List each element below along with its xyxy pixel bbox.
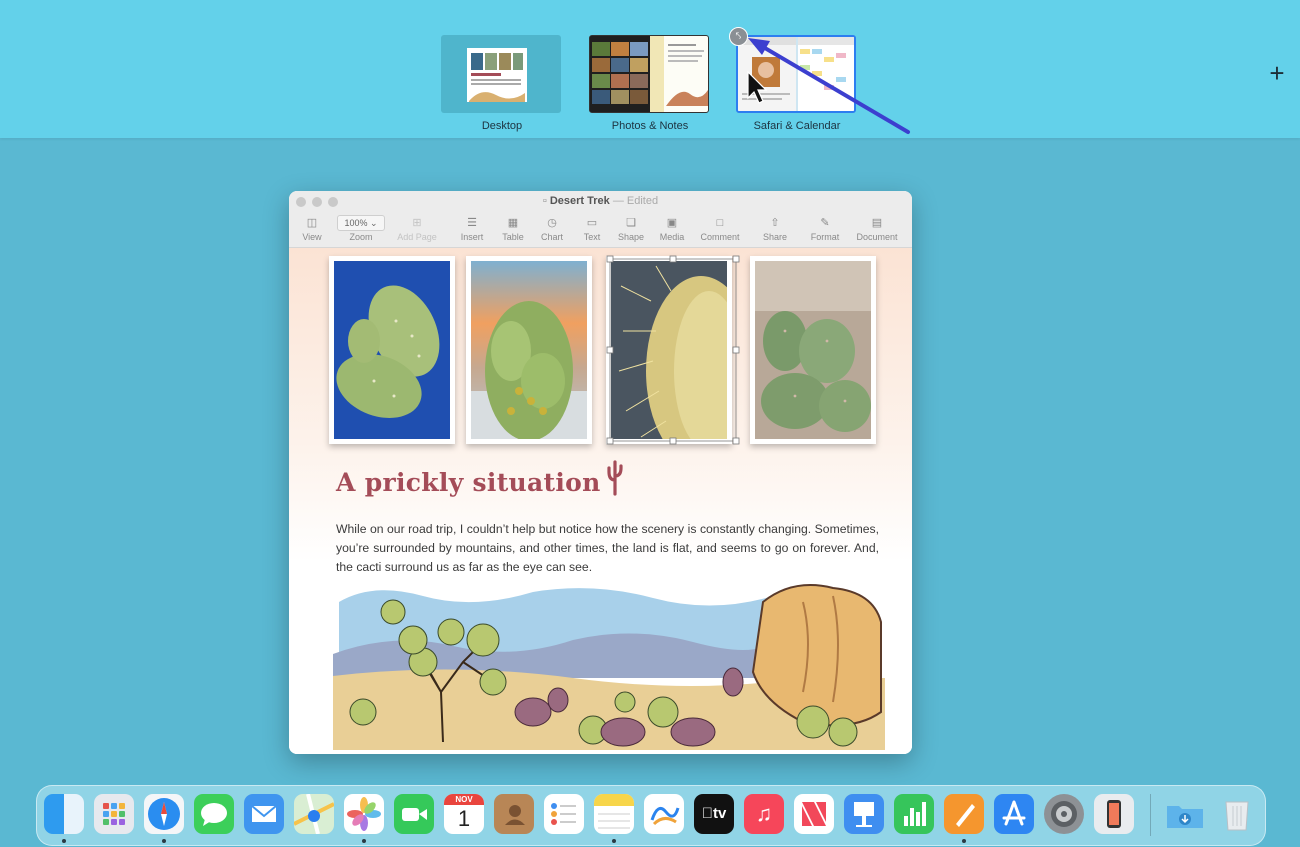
running-indicator <box>612 839 616 843</box>
document-title: Desert Trek <box>549 195 610 207</box>
paintbrush-icon: ✎ <box>820 217 830 229</box>
facetime-icon[interactable] <box>394 794 434 834</box>
desktop-thumbnail-image <box>467 48 527 102</box>
zoom-value: 100% <box>344 218 368 228</box>
prickly-pear-image <box>334 261 450 439</box>
pages-window: ▫ Desert Trek — Edited ◫ View 100% ⌄ Zoo… <box>289 191 912 754</box>
pages-icon[interactable] <box>944 794 984 834</box>
keynote-icon[interactable] <box>844 794 884 834</box>
spaces-bar: Desktop Photos & Notes Safari & Calendar… <box>0 0 1300 138</box>
document-canvas[interactable]: A prickly situation While on our road tr… <box>289 248 912 754</box>
document-button[interactable]: ▤ Document <box>849 215 905 242</box>
trash-icon[interactable] <box>1217 794 1257 834</box>
share-label: Share <box>762 232 788 242</box>
space-safari-calendar[interactable]: Safari & Calendar <box>736 35 858 132</box>
space-desktop-thumbnail[interactable] <box>441 35 561 113</box>
add-page-label: Add Page <box>397 232 437 242</box>
space-label: Safari & Calendar <box>753 120 841 132</box>
cactus-icon <box>607 460 623 496</box>
desert-illustration[interactable] <box>333 582 885 750</box>
add-space-button[interactable]: + <box>1262 58 1292 88</box>
tv-label: tv <box>707 805 726 822</box>
space-photos-notes-thumbnail[interactable] <box>589 35 709 113</box>
cactus-photo[interactable] <box>329 256 455 444</box>
running-indicator <box>362 839 366 843</box>
calendar-day: 1 <box>457 806 471 831</box>
running-indicator <box>162 839 166 843</box>
news-icon[interactable] <box>794 794 834 834</box>
document-icon: ▤ <box>871 217 883 229</box>
calendar-icon[interactable]: NOV 1 <box>444 794 484 834</box>
photos-icon[interactable] <box>344 794 384 834</box>
iphone-mirroring-icon[interactable] <box>1094 794 1134 834</box>
space-label: Desktop <box>481 120 523 132</box>
safari-calendar-thumbnail-image <box>738 37 854 111</box>
add-page-icon: ⊞ <box>412 217 422 229</box>
cactus-spines-image <box>611 261 727 439</box>
calendar-month: NOV <box>444 794 484 805</box>
dock: NOV 1 tv ♫ <box>36 785 1266 846</box>
downloads-folder-icon[interactable] <box>1165 794 1205 834</box>
maps-icon[interactable] <box>294 794 334 834</box>
cactus-photo-selected[interactable] <box>606 256 732 444</box>
zoom-control[interactable]: 100% ⌄ Zoom <box>333 215 389 242</box>
window-toolbar: ▫ Desert Trek — Edited ◫ View 100% ⌄ Zoo… <box>289 191 912 248</box>
comment-label: Comment <box>700 232 740 242</box>
document-icon: ▫ <box>542 195 550 207</box>
window-title: ▫ Desert Trek — Edited <box>289 195 912 207</box>
system-settings-icon[interactable] <box>1044 794 1084 834</box>
barrel-cactus-image <box>755 261 871 439</box>
cholla-image <box>471 261 587 439</box>
mail-icon[interactable] <box>244 794 284 834</box>
edited-status: Edited <box>626 195 659 207</box>
numbers-icon[interactable] <box>894 794 934 834</box>
tv-icon[interactable]: tv <box>694 794 734 834</box>
apple-logo-icon:  <box>702 805 713 822</box>
share-button[interactable]: ⇧ Share <box>747 215 803 242</box>
cactus-photo[interactable] <box>466 256 592 444</box>
messages-icon[interactable] <box>194 794 234 834</box>
launchpad-icon[interactable] <box>94 794 134 834</box>
contacts-icon[interactable] <box>494 794 534 834</box>
reminders-icon[interactable] <box>544 794 584 834</box>
running-indicator <box>962 839 966 843</box>
share-icon: ⇧ <box>770 217 780 229</box>
cactus-photo[interactable] <box>750 256 876 444</box>
space-safari-calendar-thumbnail[interactable] <box>736 35 856 113</box>
running-indicator <box>62 839 66 843</box>
space-photos-notes[interactable]: Photos & Notes <box>589 35 711 132</box>
chevron-down-icon: ⌄ <box>370 218 378 228</box>
title-separator: — <box>609 195 627 207</box>
photos-notes-thumbnail-image <box>590 36 708 112</box>
notes-icon[interactable] <box>594 794 634 834</box>
format-label: Format <box>810 232 840 242</box>
freeform-icon[interactable] <box>644 794 684 834</box>
space-desktop[interactable]: Desktop <box>441 35 563 132</box>
finder-icon[interactable] <box>44 794 84 834</box>
safari-icon[interactable] <box>144 794 184 834</box>
dock-separator <box>1150 794 1151 836</box>
body-paragraph[interactable]: While on our road trip, I couldn’t help … <box>336 520 879 577</box>
zoom-label: Zoom <box>349 232 373 242</box>
document-label: Document <box>856 232 898 242</box>
add-page-button[interactable]: ⊞ Add Page <box>389 215 445 242</box>
zoom-select[interactable]: 100% ⌄ <box>337 215 385 231</box>
format-button[interactable]: ✎ Format <box>797 215 853 242</box>
document-heading[interactable]: A prickly situation <box>336 468 601 497</box>
arrows-in-icon[interactable]: ⤣ <box>729 27 748 46</box>
space-label: Photos & Notes <box>611 120 689 132</box>
app-store-icon[interactable] <box>994 794 1034 834</box>
comment-button[interactable]: □ Comment <box>692 215 748 242</box>
comment-icon: □ <box>716 217 724 229</box>
music-icon[interactable]: ♫ <box>744 794 784 834</box>
